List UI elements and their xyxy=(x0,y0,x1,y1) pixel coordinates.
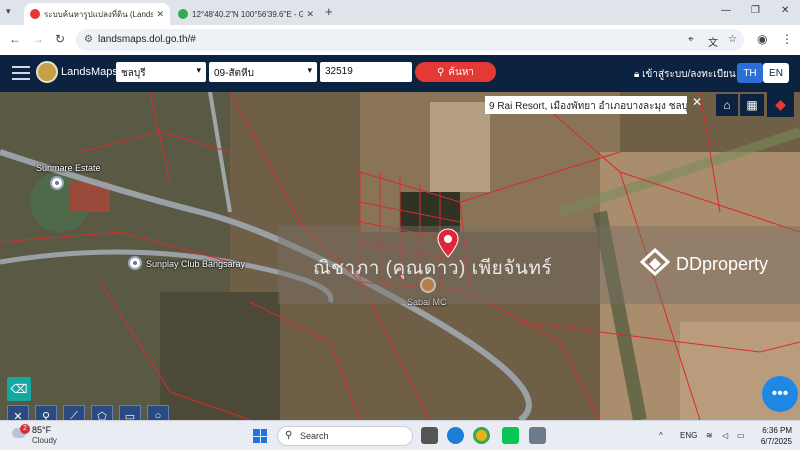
chrome-icon[interactable] xyxy=(473,427,490,444)
close-icon[interactable]: ✕ xyxy=(692,95,702,109)
address-bar[interactable]: ⚙ landsmaps.dol.go.th/# ⌖ 文 ☆ xyxy=(76,29,744,51)
parcel-number-input[interactable]: 32519 xyxy=(320,62,412,82)
maps-favicon-icon xyxy=(178,9,188,19)
tab-google-maps[interactable]: 12°48'40.2"N 100°56'39.6"E - Go ✕ xyxy=(172,3,320,25)
login-label: เข้าสู่ระบบ/ลงทะเบียน xyxy=(642,69,736,80)
chevron-down-icon: ▾ xyxy=(196,65,201,75)
lock-icon: 🔒︎ xyxy=(634,69,640,80)
eraser-icon[interactable]: ⌫ xyxy=(7,377,31,401)
polygon-tool-icon[interactable]: ⬠ xyxy=(91,405,113,420)
restore-icon[interactable]: ❐ xyxy=(751,5,760,16)
weather-temp[interactable]: 85°F xyxy=(32,425,51,435)
close-window-icon[interactable]: ✕ xyxy=(781,5,789,16)
calculator-icon[interactable] xyxy=(529,427,546,444)
lang-th-button[interactable]: TH xyxy=(737,63,763,83)
clock-time[interactable]: 6:36 PM xyxy=(758,426,792,435)
browser-menu-icon[interactable]: ⋮ xyxy=(781,32,793,46)
ddproperty-logo-icon xyxy=(639,247,671,277)
search-result-box[interactable]: 9 Rai Resort, เมืองพัทยา อำเภอบางละมุง ช… xyxy=(485,96,687,114)
clock-date[interactable]: 6/7/2025 xyxy=(752,437,792,446)
map-view[interactable]: Sunmare Estate Sunplay Club Bangsaray Sa… xyxy=(0,92,800,420)
chevron-down-icon: ▾ xyxy=(307,65,312,75)
url-text: landsmaps.dol.go.th/# xyxy=(98,34,196,45)
app-header: LandsMaps ชลบุรี ▾ 09-สัตหีบ ▾ 32519 ⚲ ค… xyxy=(0,55,800,92)
profile-icon[interactable]: ◉ xyxy=(757,32,767,46)
circle-tool-icon[interactable]: ○ xyxy=(147,405,169,420)
poi-marker-icon[interactable] xyxy=(50,176,64,190)
minimize-icon[interactable]: — xyxy=(721,5,731,16)
back-icon[interactable]: ← xyxy=(9,32,21,46)
watermark-owner: ณิชาภา (คุณดาว) เพียจันทร์ xyxy=(313,258,553,279)
site-info-icon[interactable]: ⚙ xyxy=(84,34,93,45)
search-button-label: ค้นหา xyxy=(448,66,475,78)
district-value: 09-สัตหีบ xyxy=(214,68,254,79)
taskbar-search-label: Search xyxy=(300,431,329,441)
forward-icon[interactable]: → xyxy=(32,32,44,46)
bookmark-star-icon[interactable]: ☆ xyxy=(728,34,737,45)
taskbar-search[interactable]: ⚲ Search xyxy=(277,426,413,446)
notification-badge: 2 xyxy=(20,424,30,434)
parcel-number-value: 32519 xyxy=(325,66,353,77)
watermark-brand: DDproperty xyxy=(676,254,769,274)
landsmaps-favicon-icon xyxy=(30,9,40,19)
province-value: ชลบุรี xyxy=(121,68,146,79)
tab-title: 12°48'40.2"N 100°56'39.6"E - Go xyxy=(192,9,304,19)
reload-icon[interactable]: ↻ xyxy=(55,32,65,46)
input-language[interactable]: ENG xyxy=(680,431,697,440)
poi-label[interactable]: Sunplay Club Bangsaray xyxy=(146,259,245,269)
poi-label[interactable]: Sunmare Estate xyxy=(36,163,101,173)
layers-icon[interactable]: ◆ xyxy=(767,92,794,117)
hamburger-menu-icon[interactable] xyxy=(12,66,30,80)
chat-icon[interactable]: ••• xyxy=(762,376,798,412)
weather-condition[interactable]: Cloudy xyxy=(32,436,57,445)
close-tab-icon[interactable]: ✕ xyxy=(156,9,164,20)
measure-icon[interactable]: ✕ xyxy=(7,405,29,420)
battery-icon[interactable]: ▭ xyxy=(737,431,745,440)
line-icon[interactable] xyxy=(502,427,519,444)
browser-tab-strip: ▾ ระบบค้นหารูปแปลงที่ดิน (LandsMaps ✕ 12… xyxy=(0,0,800,25)
home-icon[interactable]: ⌂ xyxy=(716,94,738,116)
windows-taskbar: 2 85°F Cloudy ⚲ Search ^ ENG ≋ ◁ ▭ 6:36 … xyxy=(0,420,800,450)
lang-en-button[interactable]: EN xyxy=(763,63,789,83)
grid-icon[interactable]: ▦ xyxy=(740,94,764,116)
search-button[interactable]: ⚲ ค้นหา xyxy=(415,62,496,82)
location-pin-icon[interactable] xyxy=(437,228,459,258)
landsmaps-logo-icon xyxy=(36,61,58,83)
volume-icon[interactable]: ◁ xyxy=(722,431,728,440)
edge-icon[interactable] xyxy=(447,427,464,444)
close-tab-icon[interactable]: ✕ xyxy=(306,9,314,20)
search-icon: ⚲ xyxy=(285,430,293,441)
polyline-tool-icon[interactable]: ⟋ xyxy=(63,405,85,420)
task-view-icon[interactable] xyxy=(421,427,438,444)
app-brand: LandsMaps xyxy=(61,66,118,78)
browser-toolbar: ← → ↻ ⚙ landsmaps.dol.go.th/# ⌖ 文 ☆ ◉ ⋮ xyxy=(0,25,800,55)
login-link[interactable]: 🔒︎ เข้าสู่ระบบ/ลงทะเบียน xyxy=(634,67,736,82)
district-select[interactable]: 09-สัตหีบ ▾ xyxy=(209,62,317,82)
tab-title: ระบบค้นหารูปแปลงที่ดิน (LandsMaps xyxy=(44,9,154,19)
marker-tool-icon[interactable]: ⚲ xyxy=(35,405,57,420)
province-select[interactable]: ชลบุรี ▾ xyxy=(116,62,206,82)
location-icon[interactable]: ⌖ xyxy=(688,34,694,45)
tab-search-icon[interactable]: ▾ xyxy=(6,6,11,17)
wifi-icon[interactable]: ≋ xyxy=(706,431,713,440)
rectangle-tool-icon[interactable]: ▭ xyxy=(119,405,141,420)
new-tab-icon[interactable]: + xyxy=(325,4,333,19)
chevron-up-icon[interactable]: ^ xyxy=(659,431,663,440)
search-icon: ⚲ xyxy=(436,66,445,78)
poi-marker-icon[interactable] xyxy=(128,256,142,270)
tab-landsmaps[interactable]: ระบบค้นหารูปแปลงที่ดิน (LandsMaps ✕ xyxy=(24,3,170,25)
translate-icon[interactable]: 文 xyxy=(708,34,718,49)
windows-start-icon[interactable] xyxy=(253,429,267,443)
